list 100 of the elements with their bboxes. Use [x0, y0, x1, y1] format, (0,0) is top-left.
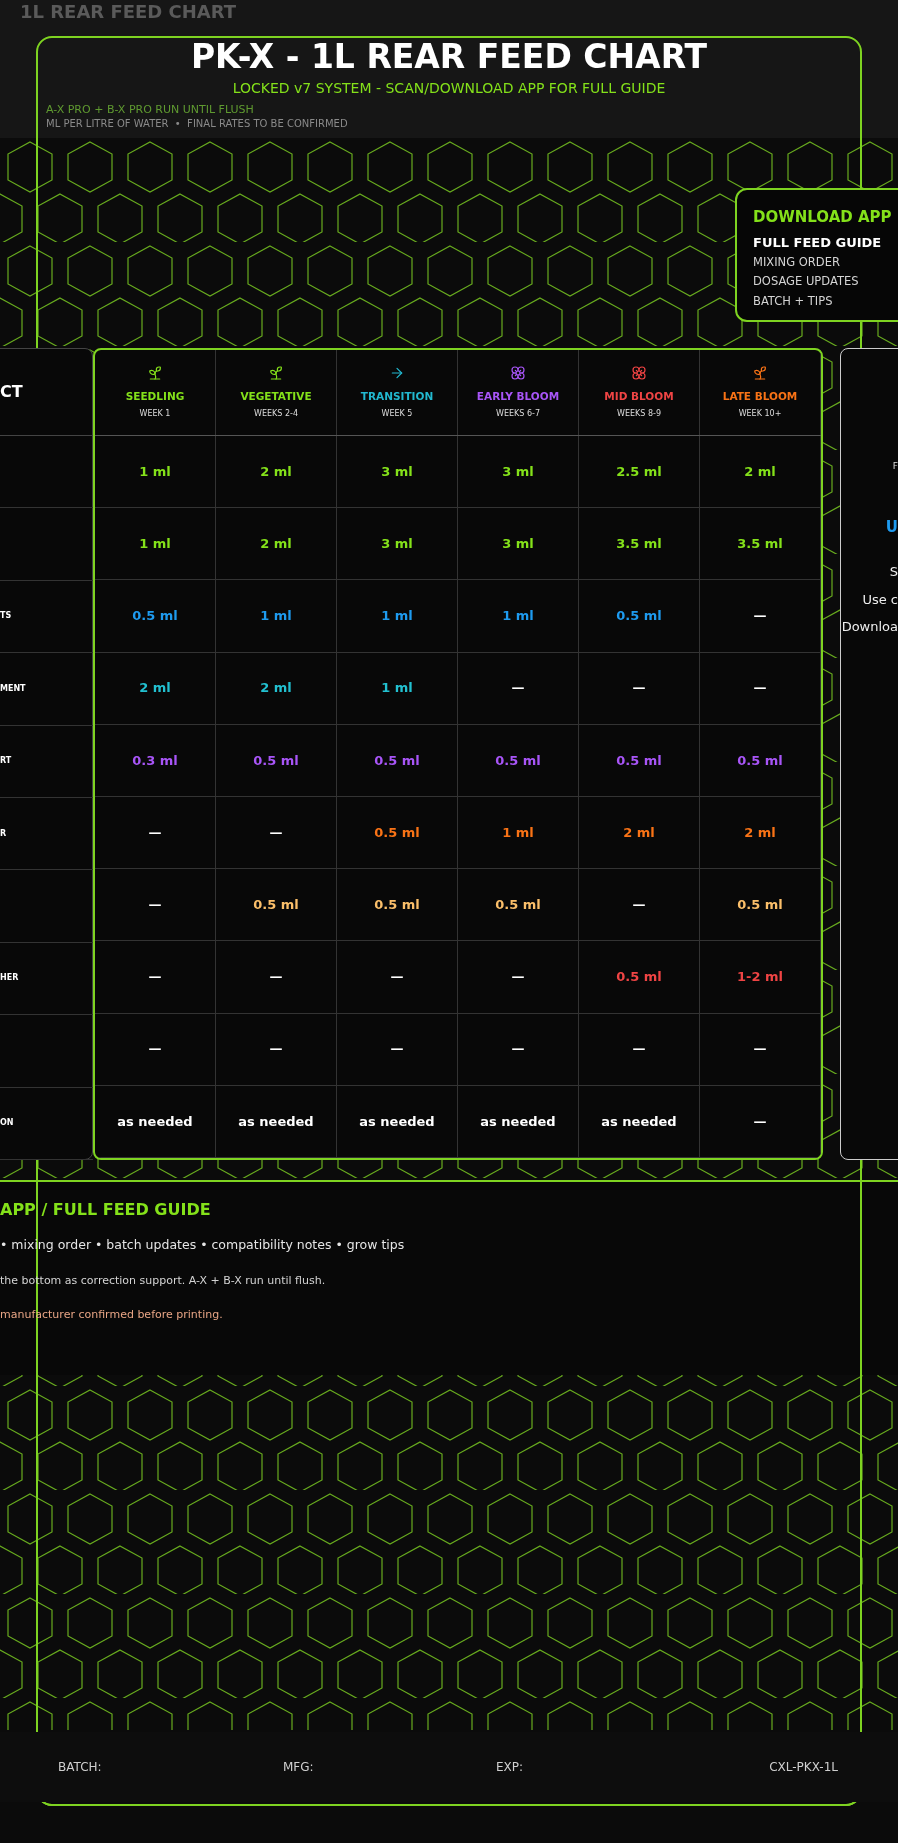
download-feature: BATCH + TIPS	[753, 292, 834, 310]
dose-cell-text: 0.5 ml	[374, 751, 420, 770]
dose-cell-text: —	[753, 607, 767, 626]
dose-cell-text: —	[148, 896, 162, 915]
dose-cell-text: 0.5 ml	[737, 896, 783, 915]
flower-icon	[510, 364, 526, 381]
dose-cell-text: as needed	[359, 1112, 435, 1131]
download-heading: FULL FEED GUIDE	[753, 233, 883, 252]
product-label: TS	[0, 610, 12, 623]
product-label: R	[0, 827, 7, 840]
dose-cell-text: 2 ml	[260, 462, 292, 481]
dose-cell-text: 0.5 ml	[253, 751, 299, 770]
dose-cell-text: —	[753, 679, 767, 698]
dose-cell-text: 0.3 ml	[132, 751, 178, 770]
exp-label: EXP:	[496, 1759, 524, 1776]
dose-cell-text: 0.5 ml	[616, 751, 662, 770]
dose-cell-text: 3.5 ml	[616, 535, 662, 554]
sprout-icon	[147, 364, 163, 381]
stage-week: WEEKS 2-4	[254, 408, 298, 421]
watermark-subtitle: A-X PRO + B-X PRO RUN UNTIL FLUSH	[46, 104, 255, 115]
dose-cell-text: 2 ml	[139, 679, 171, 698]
sprout-icon	[752, 364, 768, 381]
info-title: APP / FULL FEED GUIDE	[0, 1199, 212, 1221]
watermark-title: 1L REAR FEED CHART	[20, 3, 237, 21]
download-feature: DOSAGE UPDATES	[753, 273, 860, 291]
side-panel-text: U	[885, 516, 898, 538]
dose-cell-text: as needed	[117, 1112, 193, 1131]
dose-cell-text: 1 ml	[139, 462, 171, 481]
dose-cell-text: —	[148, 823, 162, 842]
stage-week: WEEK 1	[139, 408, 171, 421]
dose-cell-text: —	[511, 968, 525, 987]
dose-cell-text: 0.5 ml	[374, 823, 420, 842]
dose-cell-text: 0.5 ml	[616, 968, 662, 987]
chart-title: PK-X - 1L REAR FEED CHART	[190, 40, 708, 73]
dose-cell-text: 1 ml	[381, 679, 413, 698]
side-panel-text: S	[889, 563, 898, 581]
product-label: HER	[0, 972, 19, 985]
dose-cell-text: 0.5 ml	[374, 896, 420, 915]
dose-cell-text: 3 ml	[502, 462, 534, 481]
product-code: CXL-PKX-1L	[769, 1759, 838, 1776]
stage-name: VEGETATIVE	[240, 388, 312, 404]
product-label: ON	[0, 1117, 14, 1130]
dose-cell-text: 1 ml	[502, 607, 534, 626]
download-feature: MIXING ORDER	[753, 254, 841, 271]
dose-cell-text: as needed	[238, 1112, 314, 1131]
dose-cell-text: 1-2 ml	[737, 968, 783, 987]
stage-name: SEEDLING	[125, 388, 185, 404]
dose-cell-text: 0.5 ml	[616, 607, 662, 626]
dose-cell-text: —	[148, 968, 162, 987]
dose-cell-text: 2 ml	[260, 679, 292, 698]
stage-name: LATE BLOOM	[722, 388, 798, 404]
dose-cell-text: 2 ml	[260, 535, 292, 554]
sprout-icon	[268, 364, 284, 381]
dose-cell-text: —	[511, 1040, 525, 1059]
product-heading: CT	[0, 380, 23, 403]
stage-week: WEEKS 8-9	[617, 408, 661, 421]
dose-cell-text: 2 ml	[744, 462, 776, 481]
dose-cell-text: 1 ml	[260, 607, 292, 626]
batch-label: BATCH:	[58, 1759, 102, 1776]
chart-subtitle: LOCKED v7 SYSTEM - SCAN/DOWNLOAD APP FOR FULL GUIDE	[232, 81, 666, 95]
dose-cell-text: 2.5 ml	[616, 462, 662, 481]
product-label: MENT	[0, 682, 26, 695]
dose-cell-text: 3 ml	[502, 535, 534, 554]
dose-cell-text: 3.5 ml	[737, 535, 783, 554]
dose-cell-text: 1 ml	[381, 607, 413, 626]
dose-cell-text: —	[511, 679, 525, 698]
dose-cell-text: —	[390, 968, 404, 987]
dose-cell-text: 0.5 ml	[253, 896, 299, 915]
dose-cell-text: 0.5 ml	[737, 751, 783, 770]
stage-week: WEEK 5	[381, 408, 413, 421]
dose-cell-text: as needed	[480, 1112, 556, 1131]
dose-cell-text: 1 ml	[502, 823, 534, 842]
dose-cell-text: 2 ml	[744, 823, 776, 842]
side-panel-text: Downloa	[841, 618, 898, 636]
dose-cell-text: —	[390, 1040, 404, 1059]
dose-cell-text: —	[269, 968, 283, 987]
download-title: DOWNLOAD APP	[753, 207, 893, 228]
dose-cell-text: —	[148, 1040, 162, 1059]
dose-cell-text: —	[269, 823, 283, 842]
dose-cell-text: —	[753, 1112, 767, 1131]
dose-cell-text: —	[632, 896, 646, 915]
dose-cell-text: 0.5 ml	[495, 751, 541, 770]
dose-cell-text: —	[632, 679, 646, 698]
dose-cell-text: 3 ml	[381, 535, 413, 554]
dose-cell-text: 2 ml	[623, 823, 655, 842]
mfg-label: MFG:	[283, 1759, 314, 1776]
dose-cell-text: 0.5 ml	[132, 607, 178, 626]
flower-icon	[631, 364, 647, 381]
product-label: RT	[0, 755, 12, 768]
dose-cell-text: —	[632, 1040, 646, 1059]
dose-cell-text: 1 ml	[139, 535, 171, 554]
stage-name: TRANSITION	[360, 388, 434, 404]
side-panel-text: F	[892, 460, 898, 473]
side-panel-text: Use c	[862, 590, 898, 609]
stage-name: EARLY BLOOM	[476, 388, 560, 404]
dose-cell-text: 0.5 ml	[495, 896, 541, 915]
stage-week: WEEKS 6-7	[496, 408, 540, 421]
watermark-note: ML PER LITRE OF WATER • FINAL RATES TO BE CONFIRMED	[46, 119, 348, 129]
stage-name: MID BLOOM	[604, 388, 674, 404]
stage-week: WEEK 10+	[738, 408, 782, 421]
